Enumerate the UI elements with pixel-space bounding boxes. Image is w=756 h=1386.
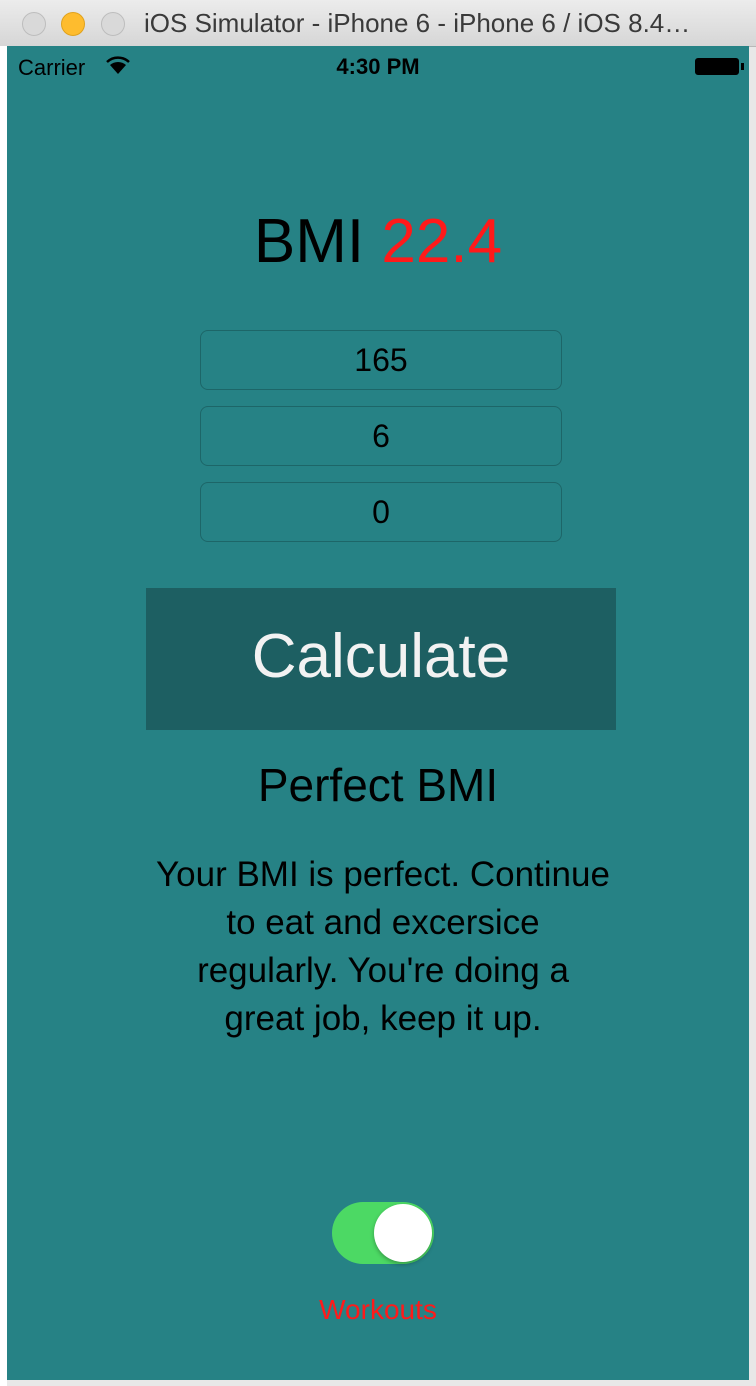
zoom-window-button[interactable] xyxy=(101,12,125,36)
calculate-button[interactable]: Calculate xyxy=(146,588,616,730)
bmi-heading: BMI 22.4 xyxy=(7,206,749,277)
minimize-window-button[interactable] xyxy=(61,12,85,36)
iphone-screen: Carrier 4:30 PM BMI 22.4 165 6 0 Calcula… xyxy=(7,46,749,1380)
battery-icon xyxy=(695,58,739,75)
result-title: Perfect BMI xyxy=(257,759,499,811)
workouts-label[interactable]: Workouts xyxy=(7,1294,749,1326)
window-title: iOS Simulator - iPhone 6 - iPhone 6 / iO… xyxy=(144,8,691,38)
height-feet-field[interactable]: 6 xyxy=(200,406,562,466)
simulator-window: iOS Simulator - iPhone 6 - iPhone 6 / iO… xyxy=(0,0,756,1386)
battery-tip xyxy=(741,63,744,70)
result-message: Your BMI is perfect. Continue to eat and… xyxy=(156,855,610,1038)
bmi-value: 22.4 xyxy=(381,207,503,276)
workouts-toggle[interactable] xyxy=(332,1202,434,1264)
window-titlebar: iOS Simulator - iPhone 6 - iPhone 6 / iO… xyxy=(0,0,756,47)
status-time: 4:30 PM xyxy=(336,54,420,79)
bmi-label: BMI xyxy=(253,207,365,276)
weight-field[interactable]: 165 xyxy=(200,330,562,390)
status-bar: Carrier 4:30 PM xyxy=(7,46,749,86)
background-window-edge xyxy=(0,46,7,1386)
height-inches-field[interactable]: 0 xyxy=(200,482,562,542)
close-window-button[interactable] xyxy=(22,12,46,36)
toggle-knob xyxy=(374,1204,432,1262)
